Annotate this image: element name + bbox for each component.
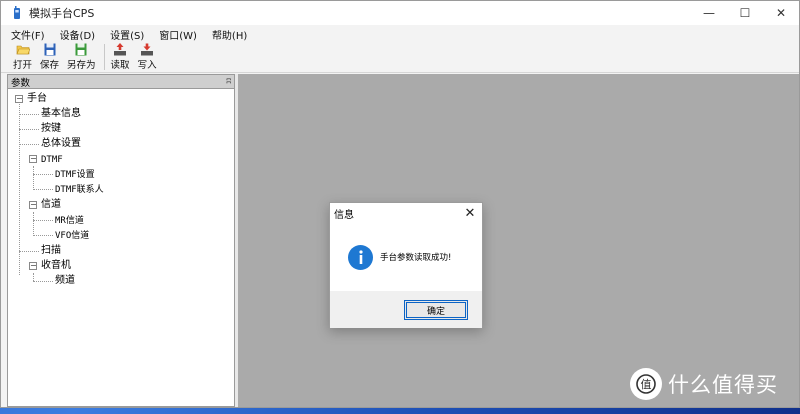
save-as-label: 另存为 (67, 60, 96, 71)
tree-node-keys[interactable]: 按键 (41, 123, 61, 135)
menu-help[interactable]: 帮助(H) (212, 27, 247, 42)
read-button[interactable]: 读取 (109, 43, 132, 71)
tree-node-dtmf-contacts[interactable]: DTMF联系人 (55, 184, 104, 196)
menu-settings[interactable]: 设置(S) (110, 27, 144, 42)
ok-button[interactable]: 确定 (404, 300, 468, 320)
write-label: 写入 (137, 60, 157, 71)
window-title: 模拟手台CPS (29, 7, 95, 20)
save-button[interactable]: 保存 (38, 43, 61, 71)
tree-node-general[interactable]: 总体设置 (41, 138, 81, 150)
menu-bar: 文件(F) 设备(D) 设置(S) 窗口(W) 帮助(H) (1, 25, 799, 43)
info-icon (348, 244, 373, 270)
folder-open-icon (16, 45, 30, 55)
dialog-title-bar: 信息 ✕ (330, 203, 482, 223)
tree-node-mr-channels[interactable]: MR信道 (55, 215, 84, 227)
tree-collapse-icon[interactable]: − (29, 155, 37, 163)
info-dialog: 信息 ✕ 手台参数读取成功! 确定 (329, 202, 483, 328)
tree-collapse-icon[interactable]: − (29, 262, 37, 270)
tree-node-scan[interactable]: 扫描 (41, 245, 61, 257)
pin-icon[interactable]: ʭ (226, 77, 231, 87)
write-device-icon (141, 43, 154, 56)
floppy-disk-icon (44, 43, 56, 56)
tree-node-radio[interactable]: 收音机 (41, 260, 71, 272)
tree-node-vfo-channels[interactable]: VFO信道 (55, 230, 89, 242)
tree-collapse-icon[interactable]: − (15, 95, 23, 103)
menu-file[interactable]: 文件(F) (11, 27, 45, 42)
app-icon (14, 6, 20, 19)
read-label: 读取 (110, 60, 130, 71)
save-as-button[interactable]: 另存为 (65, 43, 98, 71)
tree-collapse-icon[interactable]: − (29, 201, 37, 209)
panel-header: 参数 ʭ (8, 75, 234, 89)
save-as-icon (75, 43, 87, 56)
save-label: 保存 (40, 60, 60, 71)
app-window: 模拟手台CPS — ☐ ✕ 文件(F) 设备(D) 设置(S) 窗口(W) 帮助… (0, 0, 800, 408)
tree-node-dtmf[interactable]: DTMF (41, 154, 63, 166)
mdi-workspace (238, 74, 799, 407)
panel-title: 参数 (11, 77, 31, 89)
tree-node-dtmf-settings[interactable]: DTMF设置 (55, 169, 95, 181)
write-button[interactable]: 写入 (136, 43, 159, 71)
open-button[interactable]: 打开 (11, 43, 34, 71)
tree-node-channels[interactable]: 信道 (41, 199, 61, 211)
dialog-body: 手台参数读取成功! (330, 223, 482, 291)
parameter-panel: 参数 ʭ − − − − 手台 基本信息 按键 总体设置 DTMF DTMF设置… (7, 74, 235, 407)
read-device-icon (114, 43, 127, 56)
dialog-close-button[interactable]: ✕ (462, 206, 478, 221)
tree-node-basic-info[interactable]: 基本信息 (41, 108, 81, 120)
watermark: 值 什么值得买 (630, 368, 778, 400)
menu-device[interactable]: 设备(D) (60, 27, 96, 42)
open-label: 打开 (13, 60, 33, 71)
svg-text:值: 值 (641, 378, 652, 391)
tree-node-root[interactable]: 手台 (27, 93, 47, 105)
dialog-title: 信息 (334, 209, 354, 221)
dialog-message: 手台参数读取成功! (380, 253, 452, 263)
minimize-button[interactable]: — (691, 1, 727, 25)
title-bar: 模拟手台CPS — ☐ ✕ (1, 1, 799, 25)
dialog-footer: 确定 (330, 291, 482, 328)
parameter-tree: − − − − 手台 基本信息 按键 总体设置 DTMF DTMF设置 DTMF… (8, 89, 234, 406)
watermark-logo-icon: 值 (630, 368, 662, 400)
maximize-button[interactable]: ☐ (727, 1, 763, 25)
menu-window[interactable]: 窗口(W) (159, 27, 197, 42)
watermark-text: 什么值得买 (668, 373, 778, 397)
tree-node-frequency[interactable]: 频道 (55, 275, 75, 287)
toolbar: 打开 保存 另存为 读取 写入 (1, 43, 799, 73)
close-button[interactable]: ✕ (763, 1, 799, 25)
toolbar-separator (103, 44, 105, 70)
